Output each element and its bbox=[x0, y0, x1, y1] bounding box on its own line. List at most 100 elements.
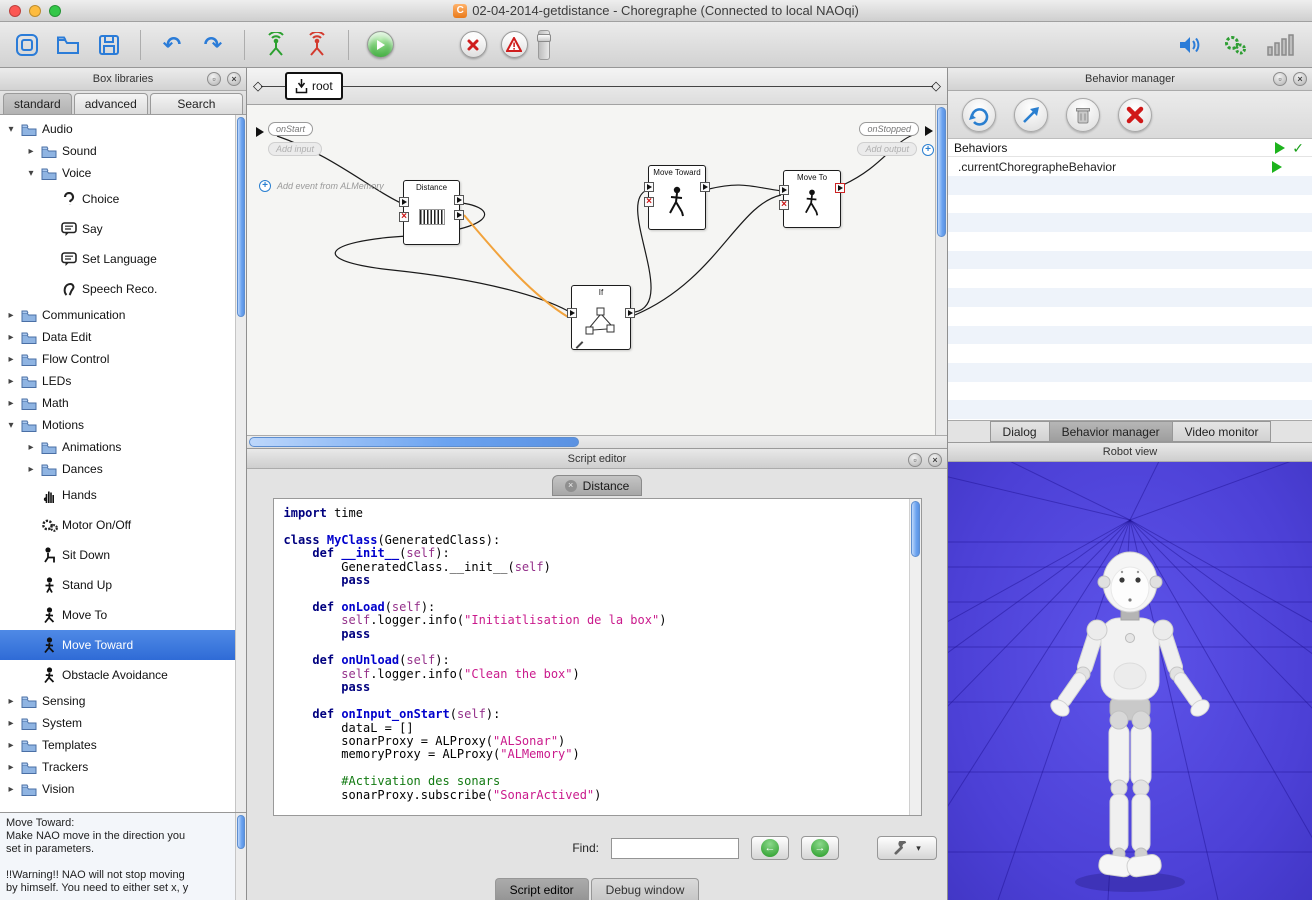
input-connector[interactable] bbox=[644, 182, 654, 192]
output-connector[interactable] bbox=[625, 308, 635, 318]
disclosure-down-icon[interactable]: ▾ bbox=[4, 420, 18, 431]
slider-knob[interactable] bbox=[537, 34, 551, 42]
close-panel-icon[interactable] bbox=[1293, 72, 1307, 86]
save-project-button[interactable] bbox=[92, 28, 126, 62]
tree-item-sensing[interactable]: ▸Sensing bbox=[0, 690, 246, 712]
minimize-window-button[interactable] bbox=[29, 5, 41, 17]
tree-item-obstacle-avoidance[interactable]: Obstacle Avoidance bbox=[0, 660, 246, 690]
script-tab-distance[interactable]: Distance bbox=[552, 475, 643, 496]
tree-item-communication[interactable]: ▸Communication bbox=[0, 304, 246, 326]
description-scrollbar[interactable] bbox=[235, 813, 246, 900]
play-behavior-icon[interactable] bbox=[1272, 161, 1282, 173]
tree-item-move-to[interactable]: Move To bbox=[0, 600, 246, 630]
tree-item-motions[interactable]: ▾Motions bbox=[0, 414, 246, 436]
disclosure-right-icon[interactable]: ▸ bbox=[24, 464, 38, 475]
tree-item-speech-reco[interactable]: Speech Reco. bbox=[0, 274, 246, 304]
flow-box-move-to[interactable]: Move To bbox=[783, 170, 841, 228]
flow-box-move-toward[interactable]: Move Toward bbox=[648, 165, 706, 230]
tree-item-templates[interactable]: ▸Templates bbox=[0, 734, 246, 756]
connect-button[interactable] bbox=[259, 28, 293, 62]
tree-item-data-edit[interactable]: ▸Data Edit bbox=[0, 326, 246, 348]
tree-item-dances[interactable]: ▸Dances bbox=[0, 458, 246, 480]
disclosure-right-icon[interactable]: ▸ bbox=[24, 146, 38, 157]
tree-item-audio[interactable]: ▾Audio bbox=[0, 118, 246, 140]
tree-item-vision[interactable]: ▸Vision bbox=[0, 778, 246, 800]
tree-item-math[interactable]: ▸Math bbox=[0, 392, 246, 414]
undo-button[interactable]: ↶ bbox=[155, 28, 189, 62]
new-project-button[interactable] bbox=[10, 28, 44, 62]
behavior-item-current[interactable]: .currentChoregrapheBehavior bbox=[948, 157, 1312, 176]
output-connector[interactable] bbox=[835, 183, 845, 193]
tree-item-motor-on-off[interactable]: Motor On/Off bbox=[0, 510, 246, 540]
breadcrumb-root-button[interactable]: root bbox=[285, 72, 343, 100]
undock-panel-icon[interactable] bbox=[207, 72, 221, 86]
canvas-vertical-scrollbar[interactable] bbox=[935, 105, 947, 435]
play-button[interactable] bbox=[363, 28, 397, 62]
tab-behavior-manager[interactable]: Behavior manager bbox=[1049, 421, 1173, 442]
disclosure-right-icon[interactable]: ▸ bbox=[4, 696, 18, 707]
find-input[interactable] bbox=[611, 838, 739, 859]
tree-item-set-language[interactable]: Set Language bbox=[0, 244, 246, 274]
disclosure-right-icon[interactable]: ▸ bbox=[4, 740, 18, 751]
onstart-tag[interactable]: onStart bbox=[268, 122, 313, 136]
tree-item-choice[interactable]: Choice bbox=[0, 184, 246, 214]
tab-debug-window[interactable]: Debug window bbox=[591, 878, 700, 900]
stop-input-connector[interactable] bbox=[779, 200, 789, 210]
close-window-button[interactable] bbox=[9, 5, 21, 17]
find-options-button[interactable]: ▾ bbox=[877, 836, 937, 860]
tab-video-monitor[interactable]: Video monitor bbox=[1172, 421, 1272, 442]
input-connector[interactable] bbox=[567, 308, 577, 318]
tree-scrollbar[interactable] bbox=[235, 115, 246, 812]
output-connector[interactable] bbox=[454, 195, 464, 205]
tree-item-animations[interactable]: ▸Animations bbox=[0, 436, 246, 458]
tree-item-leds[interactable]: ▸LEDs bbox=[0, 370, 246, 392]
tab-search[interactable]: Search bbox=[150, 93, 243, 114]
settings-button[interactable] bbox=[1218, 28, 1252, 62]
tab-advanced[interactable]: advanced bbox=[74, 93, 148, 114]
canvas-horizontal-scrollbar[interactable] bbox=[247, 435, 947, 448]
disclosure-right-icon[interactable]: ▸ bbox=[4, 332, 18, 343]
tree-item-system[interactable]: ▸System bbox=[0, 712, 246, 734]
tree-item-stand-up[interactable]: Stand Up bbox=[0, 570, 246, 600]
code-scrollbar[interactable] bbox=[909, 499, 921, 815]
tab-script-editor[interactable]: Script editor bbox=[495, 878, 589, 900]
tree-item-move-toward[interactable]: Move Toward bbox=[0, 630, 246, 660]
disclosure-down-icon[interactable]: ▾ bbox=[4, 124, 18, 135]
add-input-tag[interactable]: Add input bbox=[268, 142, 322, 156]
stop-input-connector[interactable] bbox=[399, 212, 409, 222]
robot-3d-view[interactable] bbox=[948, 462, 1312, 900]
stop-all-behaviors-button[interactable] bbox=[1118, 98, 1152, 132]
disclosure-down-icon[interactable]: ▾ bbox=[24, 168, 38, 179]
tab-standard[interactable]: standard bbox=[3, 93, 72, 114]
open-project-button[interactable] bbox=[51, 28, 85, 62]
default-behavior-check-icon[interactable]: ✓ bbox=[1292, 141, 1304, 155]
flow-box-distance[interactable]: Distance bbox=[403, 180, 460, 245]
disclosure-right-icon[interactable]: ▸ bbox=[4, 718, 18, 729]
volume-button[interactable] bbox=[1172, 28, 1206, 62]
transfer-behavior-button[interactable] bbox=[1014, 98, 1048, 132]
disclosure-right-icon[interactable]: ▸ bbox=[4, 398, 18, 409]
redo-button[interactable]: ↷ bbox=[196, 28, 230, 62]
code-editor[interactable]: import time class MyClass(GeneratedClass… bbox=[273, 498, 922, 816]
zoom-window-button[interactable] bbox=[49, 5, 61, 17]
find-next-button[interactable]: → bbox=[801, 836, 839, 860]
tree-item-voice[interactable]: ▾Voice bbox=[0, 162, 246, 184]
delete-behavior-button[interactable] bbox=[1066, 98, 1100, 132]
refresh-behaviors-button[interactable] bbox=[962, 98, 996, 132]
tree-item-sound[interactable]: ▸Sound bbox=[0, 140, 246, 162]
undock-panel-icon[interactable] bbox=[908, 453, 922, 467]
disclosure-right-icon[interactable]: ▸ bbox=[24, 442, 38, 453]
onstopped-tag[interactable]: onStopped bbox=[859, 122, 919, 136]
disclosure-right-icon[interactable]: ▸ bbox=[4, 784, 18, 795]
flow-diagram-canvas[interactable]: onStart Add input Add event from ALMemor… bbox=[247, 105, 947, 435]
disclosure-right-icon[interactable]: ▸ bbox=[4, 376, 18, 387]
disclosure-right-icon[interactable]: ▸ bbox=[4, 354, 18, 365]
find-previous-button[interactable]: ← bbox=[751, 836, 789, 860]
speed-slider[interactable] bbox=[538, 30, 550, 60]
play-behavior-icon[interactable] bbox=[1275, 142, 1285, 154]
tree-item-trackers[interactable]: ▸Trackers bbox=[0, 756, 246, 778]
add-event-label[interactable]: Add event from ALMemory bbox=[277, 181, 384, 191]
disclosure-right-icon[interactable]: ▸ bbox=[4, 310, 18, 321]
output-connector[interactable] bbox=[454, 210, 464, 220]
tab-dialog[interactable]: Dialog bbox=[990, 421, 1050, 442]
